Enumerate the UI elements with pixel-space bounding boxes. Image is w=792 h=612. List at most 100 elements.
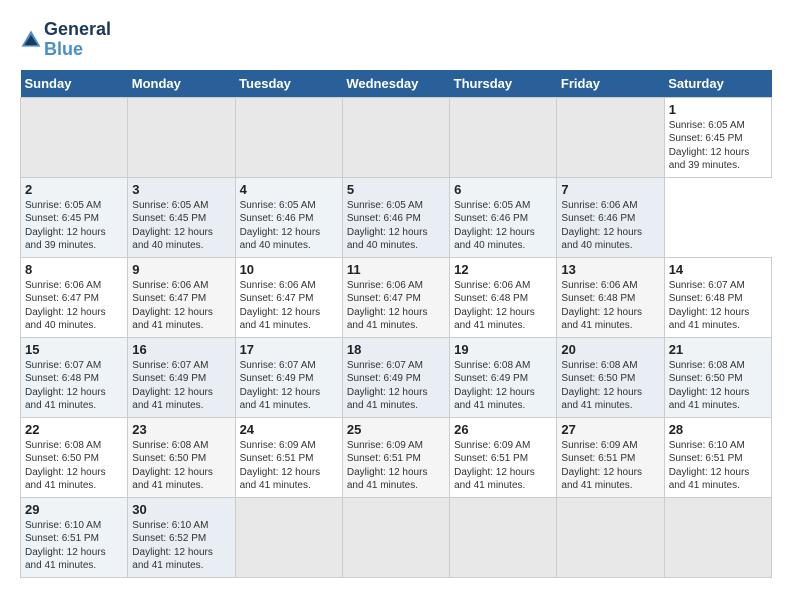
- cell-info: Sunrise: 6:07 AMSunset: 6:49 PMDaylight:…: [132, 359, 230, 413]
- cell-info: Sunrise: 6:09 AMSunset: 6:51 PMDaylight:…: [240, 439, 338, 493]
- empty-cell: [342, 97, 449, 177]
- day-cell-18: 18 Sunrise: 6:07 AMSunset: 6:49 PMDaylig…: [342, 337, 449, 417]
- day-cell-13: 13 Sunrise: 6:06 AMSunset: 6:48 PMDaylig…: [557, 257, 664, 337]
- day-number: 20: [561, 342, 659, 357]
- day-cell-12: 12 Sunrise: 6:06 AMSunset: 6:48 PMDaylig…: [450, 257, 557, 337]
- cell-info: Sunrise: 6:05 AMSunset: 6:46 PMDaylight:…: [347, 199, 445, 253]
- empty-cell: [21, 97, 128, 177]
- day-number: 12: [454, 262, 552, 277]
- day-cell-25: 25 Sunrise: 6:09 AMSunset: 6:51 PMDaylig…: [342, 417, 449, 497]
- day-number: 11: [347, 262, 445, 277]
- cell-info: Sunrise: 6:06 AMSunset: 6:48 PMDaylight:…: [454, 279, 552, 333]
- day-number: 8: [25, 262, 123, 277]
- col-header-thursday: Thursday: [450, 70, 557, 98]
- day-cell-20: 20 Sunrise: 6:08 AMSunset: 6:50 PMDaylig…: [557, 337, 664, 417]
- day-cell-16: 16 Sunrise: 6:07 AMSunset: 6:49 PMDaylig…: [128, 337, 235, 417]
- day-number: 1: [669, 102, 767, 117]
- day-number: 4: [240, 182, 338, 197]
- calendar-table: SundayMondayTuesdayWednesdayThursdayFrid…: [20, 70, 772, 578]
- cell-info: Sunrise: 6:06 AMSunset: 6:47 PMDaylight:…: [240, 279, 338, 333]
- cell-info: Sunrise: 6:08 AMSunset: 6:49 PMDaylight:…: [454, 359, 552, 413]
- cell-info: Sunrise: 6:06 AMSunset: 6:47 PMDaylight:…: [132, 279, 230, 333]
- col-header-tuesday: Tuesday: [235, 70, 342, 98]
- day-number: 7: [561, 182, 659, 197]
- day-cell-9: 9 Sunrise: 6:06 AMSunset: 6:47 PMDayligh…: [128, 257, 235, 337]
- cell-info: Sunrise: 6:07 AMSunset: 6:49 PMDaylight:…: [347, 359, 445, 413]
- day-cell-28: 28 Sunrise: 6:10 AMSunset: 6:51 PMDaylig…: [664, 417, 771, 497]
- day-cell-1: 1 Sunrise: 6:05 AMSunset: 6:45 PMDayligh…: [664, 97, 771, 177]
- cell-info: Sunrise: 6:09 AMSunset: 6:51 PMDaylight:…: [561, 439, 659, 493]
- day-number: 17: [240, 342, 338, 357]
- empty-cell: [342, 497, 449, 577]
- cell-info: Sunrise: 6:05 AMSunset: 6:45 PMDaylight:…: [25, 199, 123, 253]
- day-cell-24: 24 Sunrise: 6:09 AMSunset: 6:51 PMDaylig…: [235, 417, 342, 497]
- day-cell-17: 17 Sunrise: 6:07 AMSunset: 6:49 PMDaylig…: [235, 337, 342, 417]
- day-cell-8: 8 Sunrise: 6:06 AMSunset: 6:47 PMDayligh…: [21, 257, 128, 337]
- col-header-friday: Friday: [557, 70, 664, 98]
- day-cell-29: 29 Sunrise: 6:10 AMSunset: 6:51 PMDaylig…: [21, 497, 128, 577]
- cell-info: Sunrise: 6:08 AMSunset: 6:50 PMDaylight:…: [669, 359, 767, 413]
- cell-info: Sunrise: 6:08 AMSunset: 6:50 PMDaylight:…: [561, 359, 659, 413]
- day-cell-3: 3 Sunrise: 6:05 AMSunset: 6:45 PMDayligh…: [128, 177, 235, 257]
- empty-cell: [128, 97, 235, 177]
- empty-cell: [664, 497, 771, 577]
- day-cell-6: 6 Sunrise: 6:05 AMSunset: 6:46 PMDayligh…: [450, 177, 557, 257]
- cell-info: Sunrise: 6:07 AMSunset: 6:48 PMDaylight:…: [669, 279, 767, 333]
- cell-info: Sunrise: 6:06 AMSunset: 6:46 PMDaylight:…: [561, 199, 659, 253]
- page-header: GeneralBlue: [20, 20, 772, 60]
- day-cell-26: 26 Sunrise: 6:09 AMSunset: 6:51 PMDaylig…: [450, 417, 557, 497]
- day-number: 29: [25, 502, 123, 517]
- cell-info: Sunrise: 6:10 AMSunset: 6:51 PMDaylight:…: [669, 439, 767, 493]
- cell-info: Sunrise: 6:07 AMSunset: 6:49 PMDaylight:…: [240, 359, 338, 413]
- day-cell-4: 4 Sunrise: 6:05 AMSunset: 6:46 PMDayligh…: [235, 177, 342, 257]
- cell-info: Sunrise: 6:05 AMSunset: 6:46 PMDaylight:…: [454, 199, 552, 253]
- day-number: 5: [347, 182, 445, 197]
- col-header-monday: Monday: [128, 70, 235, 98]
- day-number: 14: [669, 262, 767, 277]
- day-cell-27: 27 Sunrise: 6:09 AMSunset: 6:51 PMDaylig…: [557, 417, 664, 497]
- day-number: 15: [25, 342, 123, 357]
- day-number: 24: [240, 422, 338, 437]
- empty-cell: [450, 497, 557, 577]
- day-number: 16: [132, 342, 230, 357]
- day-number: 28: [669, 422, 767, 437]
- day-cell-7: 7 Sunrise: 6:06 AMSunset: 6:46 PMDayligh…: [557, 177, 664, 257]
- day-number: 23: [132, 422, 230, 437]
- day-cell-5: 5 Sunrise: 6:05 AMSunset: 6:46 PMDayligh…: [342, 177, 449, 257]
- day-number: 9: [132, 262, 230, 277]
- day-cell-30: 30 Sunrise: 6:10 AMSunset: 6:52 PMDaylig…: [128, 497, 235, 577]
- day-number: 2: [25, 182, 123, 197]
- empty-cell: [235, 97, 342, 177]
- day-cell-22: 22 Sunrise: 6:08 AMSunset: 6:50 PMDaylig…: [21, 417, 128, 497]
- logo-text: GeneralBlue: [44, 20, 111, 60]
- day-cell-15: 15 Sunrise: 6:07 AMSunset: 6:48 PMDaylig…: [21, 337, 128, 417]
- cell-info: Sunrise: 6:07 AMSunset: 6:48 PMDaylight:…: [25, 359, 123, 413]
- cell-info: Sunrise: 6:05 AMSunset: 6:45 PMDaylight:…: [669, 119, 767, 173]
- day-number: 22: [25, 422, 123, 437]
- day-number: 10: [240, 262, 338, 277]
- day-number: 18: [347, 342, 445, 357]
- day-cell-10: 10 Sunrise: 6:06 AMSunset: 6:47 PMDaylig…: [235, 257, 342, 337]
- day-cell-11: 11 Sunrise: 6:06 AMSunset: 6:47 PMDaylig…: [342, 257, 449, 337]
- empty-cell: [450, 97, 557, 177]
- cell-info: Sunrise: 6:08 AMSunset: 6:50 PMDaylight:…: [132, 439, 230, 493]
- logo-icon: [20, 29, 42, 51]
- col-header-wednesday: Wednesday: [342, 70, 449, 98]
- empty-cell: [557, 97, 664, 177]
- empty-cell: [557, 497, 664, 577]
- day-number: 27: [561, 422, 659, 437]
- cell-info: Sunrise: 6:09 AMSunset: 6:51 PMDaylight:…: [454, 439, 552, 493]
- day-number: 25: [347, 422, 445, 437]
- cell-info: Sunrise: 6:10 AMSunset: 6:51 PMDaylight:…: [25, 519, 123, 573]
- cell-info: Sunrise: 6:06 AMSunset: 6:48 PMDaylight:…: [561, 279, 659, 333]
- day-cell-23: 23 Sunrise: 6:08 AMSunset: 6:50 PMDaylig…: [128, 417, 235, 497]
- day-number: 21: [669, 342, 767, 357]
- cell-info: Sunrise: 6:08 AMSunset: 6:50 PMDaylight:…: [25, 439, 123, 493]
- col-header-sunday: Sunday: [21, 70, 128, 98]
- day-cell-21: 21 Sunrise: 6:08 AMSunset: 6:50 PMDaylig…: [664, 337, 771, 417]
- day-number: 26: [454, 422, 552, 437]
- day-cell-19: 19 Sunrise: 6:08 AMSunset: 6:49 PMDaylig…: [450, 337, 557, 417]
- empty-cell: [235, 497, 342, 577]
- cell-info: Sunrise: 6:05 AMSunset: 6:45 PMDaylight:…: [132, 199, 230, 253]
- day-number: 13: [561, 262, 659, 277]
